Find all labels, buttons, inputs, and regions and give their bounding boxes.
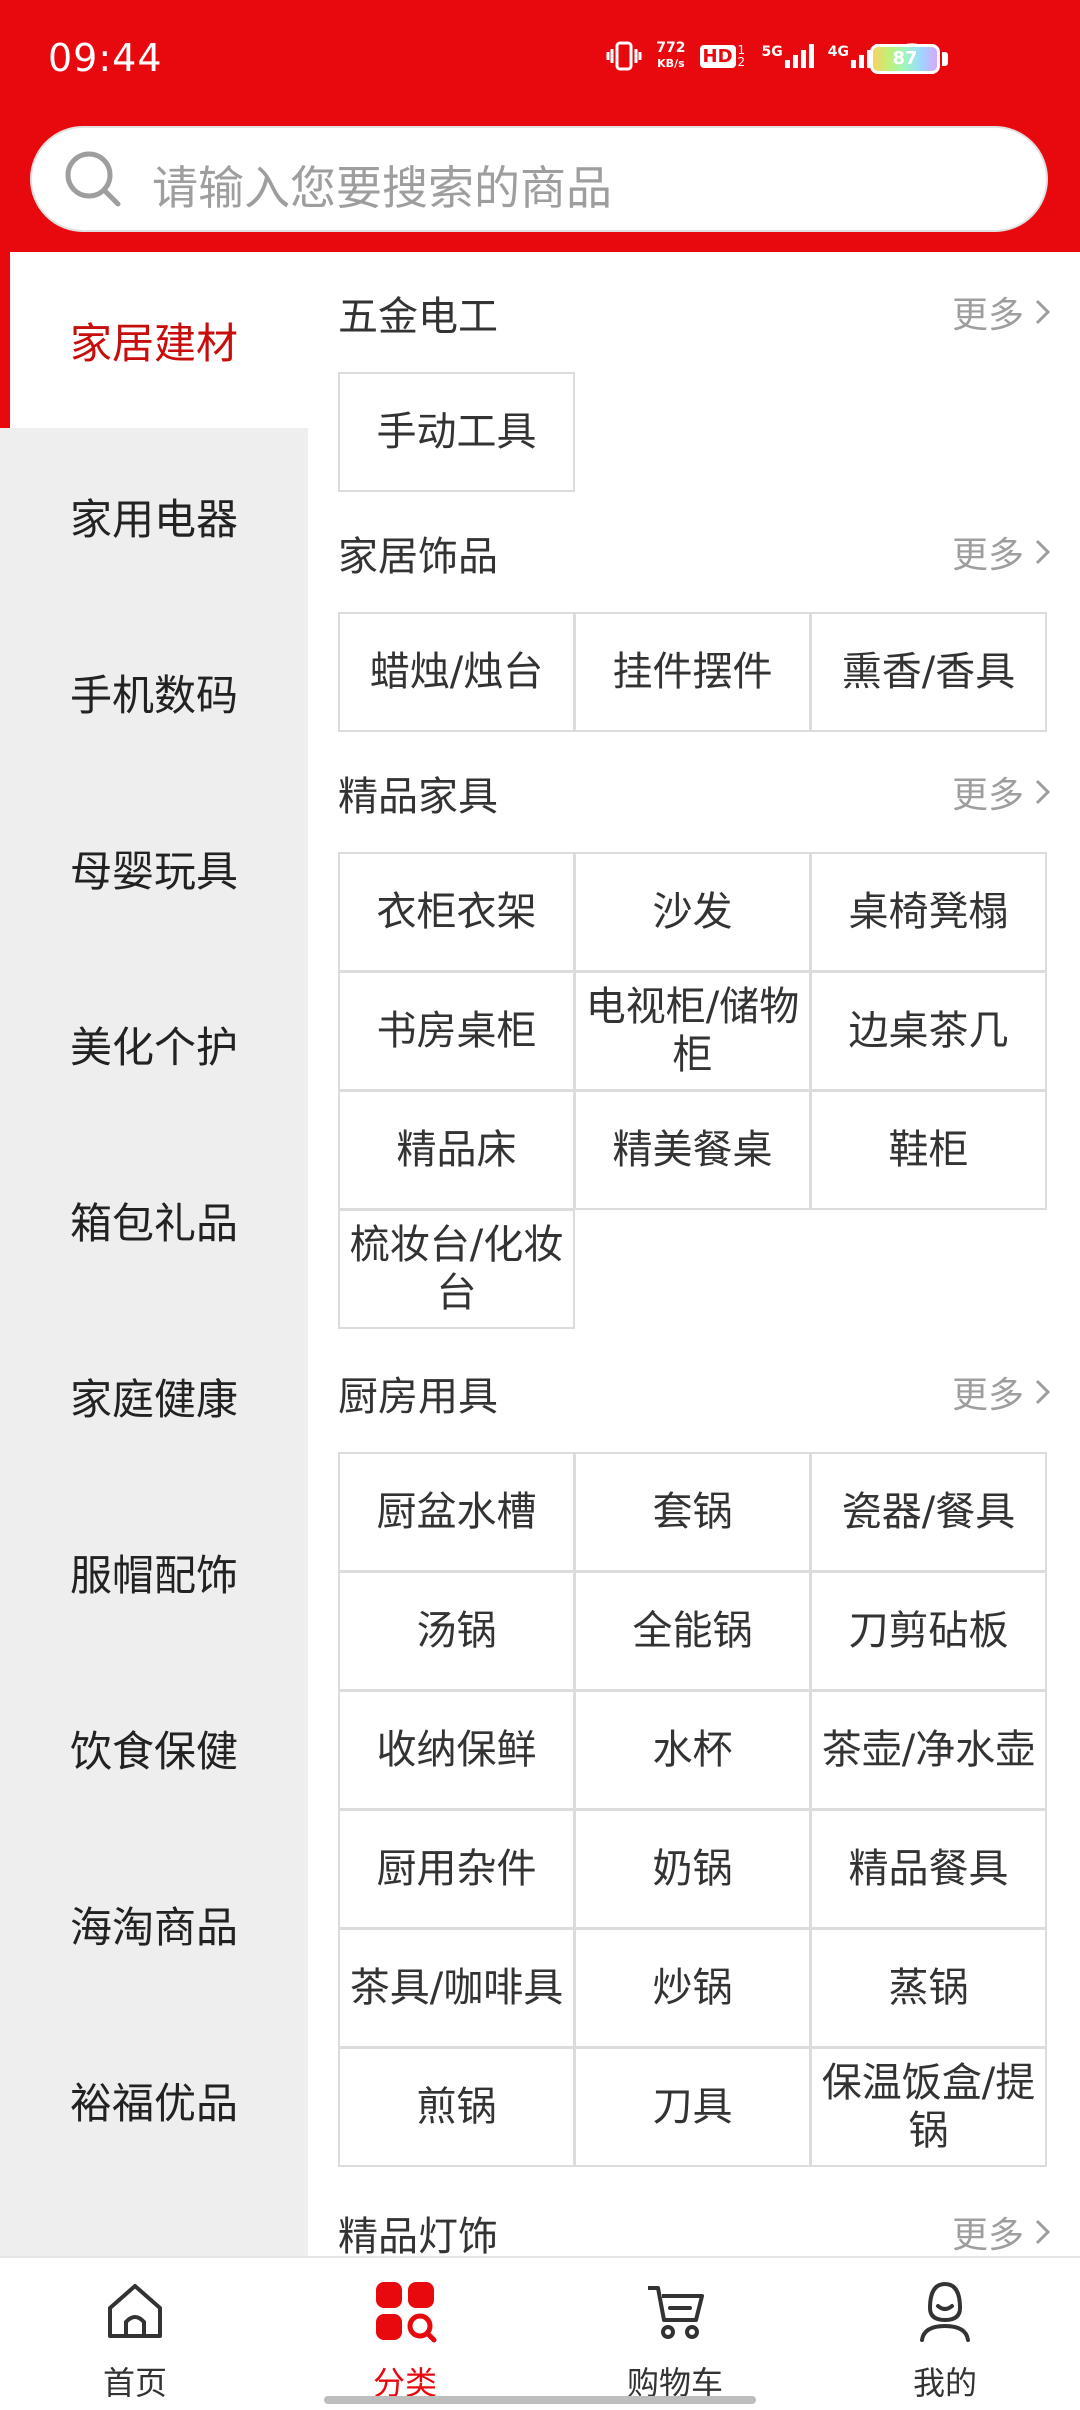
sidebar-item-health[interactable]: 家庭健康 bbox=[0, 1308, 308, 1484]
subcategory-item[interactable]: 精品床 bbox=[338, 1090, 575, 1210]
battery-tip bbox=[942, 52, 948, 66]
category-content: 五金电工 更多 手动工具 家居饰品 更多 蜡烛/烛台 挂件摆件 熏香/香具 精品… bbox=[308, 252, 1080, 2256]
sidebar-item-digital[interactable]: 手机数码 bbox=[0, 604, 308, 780]
subcategory-item[interactable]: 蒸锅 bbox=[810, 1928, 1047, 2048]
sidebar-item-baby-toys[interactable]: 母婴玩具 bbox=[0, 780, 308, 956]
more-link[interactable]: 更多 bbox=[952, 286, 1054, 338]
subcategory-item[interactable]: 挂件摆件 bbox=[574, 612, 811, 732]
cart-icon bbox=[648, 2286, 704, 2339]
subcategory-item[interactable]: 刀具 bbox=[574, 2047, 811, 2167]
subcategory-item[interactable]: 煎锅 bbox=[338, 2047, 575, 2167]
subcategory-item[interactable]: 茶具/咖啡具 bbox=[338, 1928, 575, 2048]
subcategory-item[interactable]: 手动工具 bbox=[338, 372, 575, 492]
sidebar-item-appliances[interactable]: 家用电器 bbox=[0, 428, 308, 604]
sidebar-item-bags-gifts[interactable]: 箱包礼品 bbox=[0, 1132, 308, 1308]
subcategory-item[interactable]: 边桌茶几 bbox=[810, 971, 1047, 1091]
signal-5g-icon: 5G bbox=[762, 44, 814, 68]
section-title: 厨房用具 bbox=[338, 1374, 498, 1420]
subcategory-grid: 衣柜衣架 沙发 桌椅凳榻 书房桌柜 电视柜/储物柜 边桌茶几 精品床 精美餐桌 … bbox=[338, 852, 1047, 1329]
more-link[interactable]: 更多 bbox=[952, 1366, 1054, 1418]
sidebar-item-yufu[interactable]: 裕福优品 bbox=[0, 2012, 308, 2188]
chevron-right-icon bbox=[1035, 299, 1051, 325]
section-title: 五金电工 bbox=[338, 294, 498, 340]
chevron-right-icon bbox=[1035, 779, 1051, 805]
chevron-right-icon bbox=[1035, 1379, 1051, 1405]
subcategory-grid: 手动工具 bbox=[338, 372, 1046, 492]
subcategory-item[interactable]: 刀剪砧板 bbox=[810, 1571, 1047, 1691]
more-link[interactable]: 更多 bbox=[952, 766, 1054, 818]
vibrate-icon bbox=[606, 41, 642, 71]
subcategory-item[interactable]: 电视柜/储物柜 bbox=[574, 971, 811, 1091]
subcategory-item[interactable]: 精品餐具 bbox=[810, 1809, 1047, 1929]
subcategory-item[interactable]: 茶壶/净水壶 bbox=[810, 1690, 1047, 1810]
more-link[interactable]: 更多 bbox=[952, 526, 1054, 578]
header-bar: 09:44 772 KB/s HD 12 5G 4G 87 请输入您要搜索的商品 bbox=[0, 0, 1080, 252]
subcategory-item[interactable]: 汤锅 bbox=[338, 1571, 575, 1691]
subcategory-item[interactable]: 厨用杂件 bbox=[338, 1809, 575, 1929]
profile-icon bbox=[920, 2281, 970, 2342]
nav-cart[interactable]: 购物车 bbox=[540, 2258, 810, 2410]
subcategory-item[interactable]: 蜡烛/烛台 bbox=[338, 612, 575, 732]
battery-icon: 87 bbox=[870, 44, 940, 74]
subcategory-grid: 蜡烛/烛台 挂件摆件 熏香/香具 bbox=[338, 612, 1047, 732]
bottom-nav: 首页 分类 购物车 我的 bbox=[0, 2256, 1080, 2408]
subcategory-item[interactable]: 炒锅 bbox=[574, 1928, 811, 2048]
section-title: 精品灯饰 bbox=[338, 2214, 498, 2256]
chevron-right-icon bbox=[1035, 539, 1051, 565]
net-speed: 772 KB/s bbox=[656, 40, 686, 70]
subcategory-item[interactable]: 桌椅凳榻 bbox=[810, 852, 1047, 972]
subcategory-item[interactable]: 衣柜衣架 bbox=[338, 852, 575, 972]
search-input[interactable]: 请输入您要搜索的商品 bbox=[30, 126, 1048, 232]
subcategory-item[interactable]: 奶锅 bbox=[574, 1809, 811, 1929]
section-title: 家居饰品 bbox=[338, 534, 498, 580]
section-title: 精品家具 bbox=[338, 774, 498, 820]
category-icon bbox=[376, 2282, 437, 2343]
sidebar-item-home-building[interactable]: 家居建材 bbox=[0, 252, 308, 428]
hd-icon: HD 12 bbox=[699, 44, 748, 68]
nav-home[interactable]: 首页 bbox=[0, 2258, 270, 2410]
subcategory-item[interactable]: 收纳保鲜 bbox=[338, 1690, 575, 1810]
subcategory-item[interactable]: 厨盆水槽 bbox=[338, 1452, 575, 1572]
sidebar-item-overseas[interactable]: 海淘商品 bbox=[0, 1836, 308, 2012]
chevron-right-icon bbox=[1035, 2219, 1051, 2245]
home-icon bbox=[108, 2284, 162, 2338]
subcategory-item[interactable]: 沙发 bbox=[574, 852, 811, 972]
category-sidebar: 家居建材 家用电器 手机数码 母婴玩具 美化个护 箱包礼品 家庭健康 服帽配饰 … bbox=[0, 252, 308, 2256]
nav-category[interactable]: 分类 bbox=[270, 2258, 540, 2410]
subcategory-item[interactable]: 精美餐桌 bbox=[574, 1090, 811, 1210]
subcategory-grid: 厨盆水槽 套锅 瓷器/餐具 汤锅 全能锅 刀剪砧板 收纳保鲜 水杯 茶壶/净水壶… bbox=[338, 1452, 1047, 2167]
sidebar-item-apparel[interactable]: 服帽配饰 bbox=[0, 1484, 308, 1660]
search-icon bbox=[65, 151, 121, 207]
status-time: 09:44 bbox=[48, 36, 163, 80]
status-bar: 09:44 772 KB/s HD 12 5G 4G 87 bbox=[0, 0, 1080, 120]
subcategory-item[interactable]: 鞋柜 bbox=[810, 1090, 1047, 1210]
subcategory-item[interactable]: 书房桌柜 bbox=[338, 971, 575, 1091]
more-link[interactable]: 更多 bbox=[952, 2206, 1054, 2256]
sidebar-item-beauty[interactable]: 美化个护 bbox=[0, 956, 308, 1132]
subcategory-item[interactable]: 套锅 bbox=[574, 1452, 811, 1572]
sidebar-item-food[interactable]: 饮食保健 bbox=[0, 1660, 308, 1836]
subcategory-item[interactable]: 保温饭盒/提锅 bbox=[810, 2047, 1047, 2167]
nav-profile[interactable]: 我的 bbox=[810, 2258, 1080, 2410]
home-indicator[interactable] bbox=[324, 2396, 756, 2404]
subcategory-item[interactable]: 全能锅 bbox=[574, 1571, 811, 1691]
subcategory-item[interactable]: 水杯 bbox=[574, 1690, 811, 1810]
search-placeholder: 请输入您要搜索的商品 bbox=[152, 161, 612, 215]
subcategory-item[interactable]: 瓷器/餐具 bbox=[810, 1452, 1047, 1572]
subcategory-item[interactable]: 熏香/香具 bbox=[810, 612, 1047, 732]
subcategory-item[interactable]: 梳妆台/化妆台 bbox=[338, 1209, 575, 1329]
